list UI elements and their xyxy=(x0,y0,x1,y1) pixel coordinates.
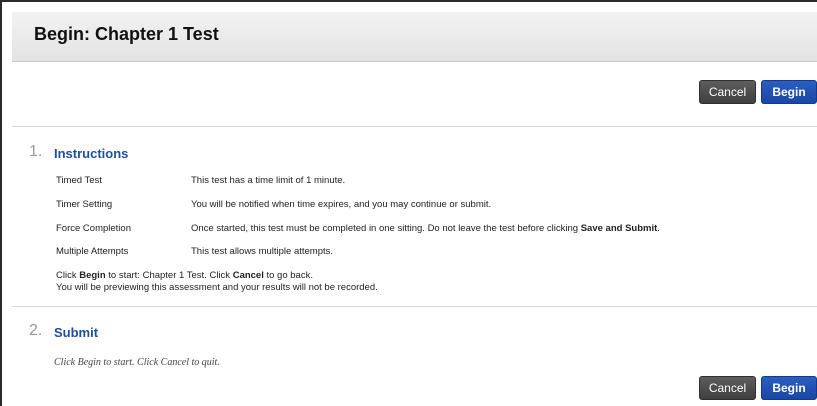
instruction-label-timer-setting: Timer Setting xyxy=(56,199,113,210)
section-title-submit: Submit xyxy=(54,325,99,340)
test-preview-frame: Begin: Chapter 1 Test Cancel Begin 1. In… xyxy=(0,0,817,406)
preview-notice: You will be previewing this assessment a… xyxy=(56,282,378,293)
instruction-value-timed-test: This test has a time limit of 1 minute. xyxy=(191,175,346,186)
section-title-instructions: Instructions xyxy=(54,146,129,161)
section-divider xyxy=(12,306,817,307)
begin-instructions-note: Click Begin to start: Chapter 1 Test. Cl… xyxy=(56,270,313,281)
step-number-submit: 2. xyxy=(29,322,43,339)
section-divider xyxy=(12,126,817,127)
instruction-label-multiple-attempts: Multiple Attempts xyxy=(56,246,129,257)
instruction-value-multiple-attempts: This test allows multiple attempts. xyxy=(191,246,334,257)
submit-note: Click Begin to start. Click Cancel to qu… xyxy=(54,357,220,368)
cancel-button-bottom[interactable]: Cancel xyxy=(699,376,756,400)
cancel-button-top[interactable]: Cancel xyxy=(699,80,756,104)
page-title: Begin: Chapter 1 Test xyxy=(34,24,219,44)
begin-button-top[interactable]: Begin xyxy=(761,80,817,104)
step-number-instructions: 1. xyxy=(29,143,43,160)
instruction-label-force-completion: Force Completion xyxy=(56,223,131,234)
begin-button-bottom[interactable]: Begin xyxy=(761,376,817,400)
instruction-value-timer-setting: You will be notified when time expires, … xyxy=(191,199,492,210)
instruction-value-force-completion: Once started, this test must be complete… xyxy=(191,223,660,234)
instruction-label-timed-test: Timed Test xyxy=(56,175,102,186)
page-header: Begin: Chapter 1 Test xyxy=(12,12,817,62)
